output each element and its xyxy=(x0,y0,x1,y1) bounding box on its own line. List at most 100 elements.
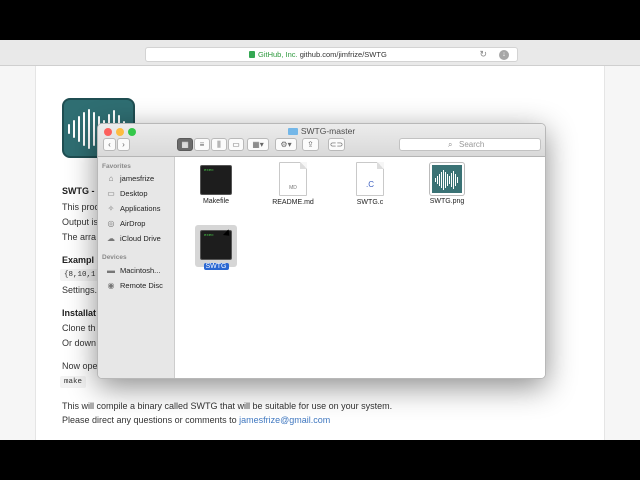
sidebar-item-desktop[interactable]: ▭ Desktop xyxy=(106,187,148,199)
waveform-graphic xyxy=(435,169,458,191)
waveform-bar xyxy=(93,112,95,146)
sidebar-item-label: iCloud Drive xyxy=(120,233,161,243)
letterbox-bottom xyxy=(0,440,640,480)
make-code: make xyxy=(60,376,87,388)
install-heading: Installat xyxy=(62,308,97,318)
finder-toolbar: SWTG-master ‹ › ▦ ≡ ⫼ ▭ ▦▾ ⚙▾ ⇪ ⊂⊃ ⌕ Sea… xyxy=(98,124,545,157)
disc-icon: ◉ xyxy=(107,280,115,290)
markdown-doc-icon: MD xyxy=(279,162,307,196)
install-line-2: Or down xyxy=(62,338,97,348)
arrange-button[interactable]: ▦▾ xyxy=(247,138,269,151)
action-gear-button[interactable]: ⚙▾ xyxy=(275,138,297,151)
file-swtg-c[interactable]: .C SWTG.c xyxy=(335,162,405,206)
sidebar-item-label: Remote Disc xyxy=(120,280,163,290)
waveform-bar xyxy=(457,177,458,183)
airdrop-icon: ◎ xyxy=(107,218,115,228)
tags-button[interactable]: ⊂⊃ xyxy=(328,138,345,151)
icon-view-button[interactable]: ▦ xyxy=(177,138,193,151)
compile-line: This will compile a binary called SWTG t… xyxy=(62,401,393,411)
file-swtg[interactable]: exec SWTG xyxy=(181,230,251,270)
page-line-3: The arra xyxy=(62,232,97,242)
sidebar-item-macintosh[interactable]: ▬ Macintosh... xyxy=(106,264,160,276)
reload-icon[interactable]: ↻ xyxy=(479,49,487,60)
search-field[interactable]: ⌕ Search xyxy=(399,138,541,151)
example-heading: Exampl xyxy=(62,255,95,265)
finder-window: SWTG-master ‹ › ▦ ≡ ⫼ ▭ ▦▾ ⚙▾ ⇪ ⊂⊃ ⌕ Sea… xyxy=(97,123,546,379)
downloads-icon[interactable]: ↓ xyxy=(499,50,509,60)
file-makefile[interactable]: exec Makefile xyxy=(181,165,251,205)
window-title-text: SWTG-master xyxy=(300,126,356,136)
file-label-selected: SWTG xyxy=(203,263,229,270)
waveform-bar xyxy=(73,120,75,138)
waveform-bar xyxy=(455,174,456,186)
devices-heading: Devices xyxy=(102,254,127,261)
waveform-bar xyxy=(437,176,438,184)
url-org: GitHub, Inc. xyxy=(258,50,298,59)
share-button[interactable]: ⇪ xyxy=(302,138,319,151)
search-icon: ⌕ xyxy=(448,140,453,149)
image-thumbnail-icon xyxy=(430,163,464,195)
sidebar-item-icloud[interactable]: ☁ iCloud Drive xyxy=(106,232,161,244)
waveform-bar xyxy=(83,112,85,146)
file-label: Makefile xyxy=(202,198,230,205)
desktop-icon: ▭ xyxy=(107,188,115,198)
waveform-bar xyxy=(453,171,454,189)
contact-line: Please direct any questions or comments … xyxy=(62,415,330,425)
page-heading: SWTG - xyxy=(62,186,95,196)
sidebar-item-remote-disc[interactable]: ◉ Remote Disc xyxy=(106,279,163,291)
cover-flow-button[interactable]: ▭ xyxy=(228,138,244,151)
sidebar-item-label: Desktop xyxy=(120,188,148,198)
executable-icon: exec xyxy=(200,165,232,195)
doc-badge: MD xyxy=(289,185,297,191)
waveform-bar xyxy=(68,124,70,134)
favorites-heading: Favorites xyxy=(102,163,131,170)
sidebar-item-airdrop[interactable]: ◎ AirDrop xyxy=(106,217,146,229)
sidebar-item-label: Applications xyxy=(120,203,161,213)
waveform-bar xyxy=(78,116,80,142)
file-label: README.md xyxy=(272,199,314,206)
file-label: SWTG.c xyxy=(356,199,384,206)
example-line: Settings. xyxy=(62,285,98,295)
back-button[interactable]: ‹ xyxy=(103,138,116,151)
sidebar-item-label: jamesfrize xyxy=(120,173,155,183)
list-view-button[interactable]: ≡ xyxy=(194,138,210,151)
letterbox-top xyxy=(0,0,640,40)
cloud-icon: ☁ xyxy=(107,233,115,243)
waveform-bar xyxy=(445,172,446,188)
waveform-bar xyxy=(447,174,448,186)
doc-badge: .C xyxy=(366,180,374,189)
finder-sidebar: Favorites ⌂ jamesfrize ▭ Desktop ✧ Applicat… xyxy=(98,157,175,378)
example-code: {8,10,1 xyxy=(60,269,100,281)
file-readme[interactable]: MD README.md xyxy=(258,162,328,206)
forward-button[interactable]: › xyxy=(117,138,130,151)
waveform-bar xyxy=(441,172,442,188)
install-line-1: Clone th xyxy=(62,323,96,333)
lock-icon xyxy=(249,51,255,58)
sidebar-item-label: Macintosh... xyxy=(120,265,161,275)
exec-badge: exec xyxy=(204,234,214,238)
waveform-bar xyxy=(449,176,450,184)
address-bar[interactable]: GitHub, Inc. github.com/jimfrize/SWTG ↻ … xyxy=(145,47,518,62)
page-line-2: Output is xyxy=(62,217,99,227)
column-view-button[interactable]: ⫼ xyxy=(211,138,227,151)
waveform-bar xyxy=(435,178,436,182)
home-icon: ⌂ xyxy=(108,173,114,183)
c-source-icon: .C xyxy=(356,162,384,196)
waveform-bar xyxy=(443,170,444,190)
waveform-bar xyxy=(439,174,440,186)
hard-drive-icon: ▬ xyxy=(107,265,115,275)
url-path: github.com/jimfrize/SWTG xyxy=(299,50,387,59)
exec-badge: exec xyxy=(204,169,214,173)
file-swtg-png[interactable]: SWTG.png xyxy=(412,163,482,205)
sidebar-item-applications[interactable]: ✧ Applications xyxy=(106,202,161,214)
email-link[interactable]: jamesfrize@gmail.com xyxy=(239,415,330,425)
sidebar-item-jamesfrize[interactable]: ⌂ jamesfrize xyxy=(106,172,155,184)
search-placeholder: Search xyxy=(459,140,485,149)
sidebar-item-label: AirDrop xyxy=(120,218,146,228)
browser-toolbar: GitHub, Inc. github.com/jimfrize/SWTG ↻ … xyxy=(0,40,640,66)
folder-icon xyxy=(287,128,298,135)
contact-prefix: Please direct any questions or comments … xyxy=(62,415,240,425)
window-title: SWTG-master xyxy=(98,126,545,136)
file-label: SWTG.png xyxy=(429,198,465,205)
url-text: GitHub, Inc. github.com/jimfrize/SWTG xyxy=(258,50,387,59)
